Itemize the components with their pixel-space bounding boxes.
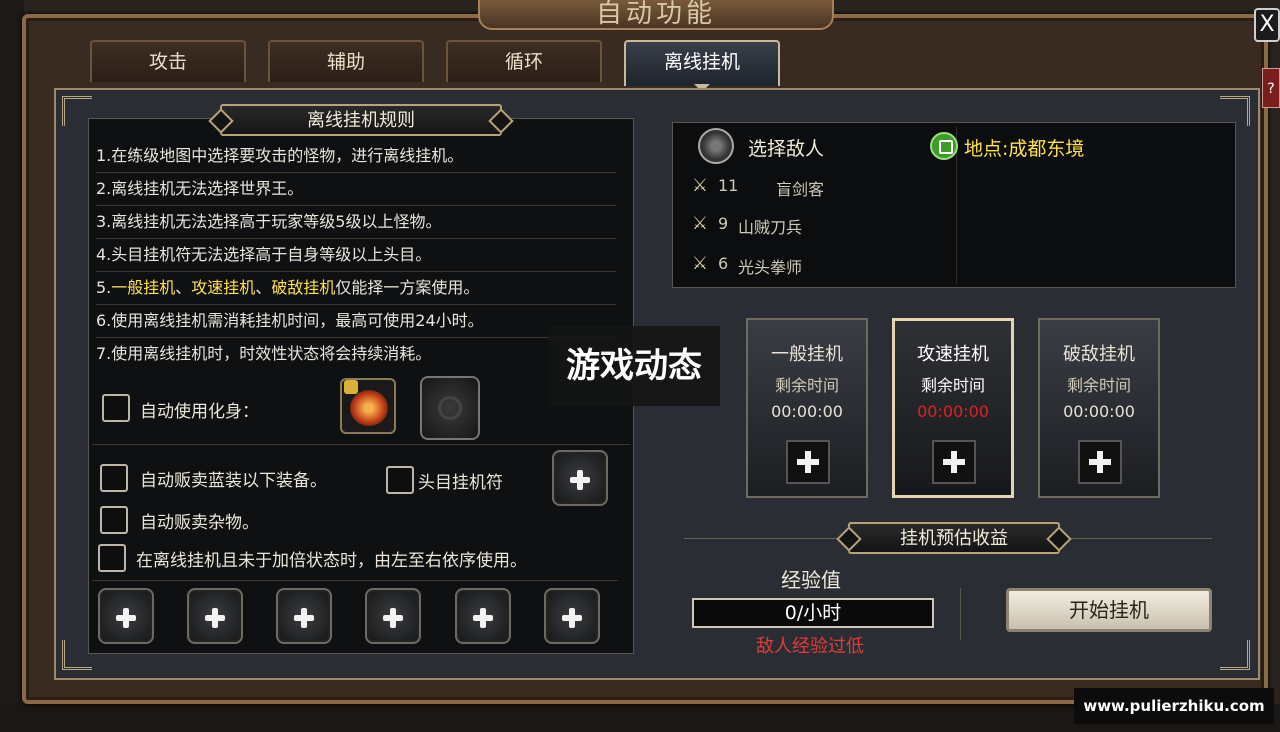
site-watermark: www.pulierzhiku.com	[1074, 688, 1274, 724]
mode-normal-highlight: 一般挂机	[111, 278, 176, 297]
boost-slot-3[interactable]	[276, 588, 332, 644]
income-divider	[960, 588, 961, 640]
rule-item: 4.头目挂机符无法选择高于自身等级以上头目。	[96, 239, 616, 272]
close-button[interactable]: X	[1254, 8, 1280, 42]
rule-suffix: 仅能择一方案使用。	[335, 278, 480, 297]
rule-item: 6.使用离线挂机需消耗挂机时间，最高可使用24小时。	[96, 305, 616, 338]
mode-card-break[interactable]: 破敌挂机 剩余时间 00:00:00	[1038, 318, 1160, 498]
background-left	[0, 0, 24, 732]
mode-card-speed[interactable]: 攻速挂机 剩余时间 00:00:00	[892, 318, 1014, 498]
remaining-time-value: 00:00:00	[1063, 402, 1135, 421]
exp-label: 经验值	[781, 568, 841, 592]
rule-separator: 、	[175, 278, 192, 297]
lock-icon	[344, 380, 358, 394]
enemy-level: 11	[718, 176, 739, 195]
exp-value: 0/小时	[692, 598, 934, 628]
crossed-swords-icon: ⚔	[691, 213, 709, 234]
rules-title: 离线挂机规则	[220, 104, 502, 136]
tab-attack[interactable]: 攻击	[90, 40, 246, 82]
window-title: 自动功能	[478, 0, 834, 30]
boost-order-label: 在离线挂机且未于加倍状态时，由左至右依序使用。	[136, 551, 527, 571]
sell-blue-checkbox[interactable]	[100, 464, 128, 492]
mode-name: 一般挂机	[771, 344, 843, 365]
enemy-name[interactable]: 山贼刀兵	[738, 214, 802, 238]
remaining-time-value: 00:00:00	[771, 402, 843, 421]
avatar-skill-slot[interactable]	[340, 378, 396, 434]
remaining-time-label: 剩余时间	[1066, 376, 1131, 395]
add-time-button[interactable]	[1078, 440, 1122, 484]
tab-offline-afk[interactable]: 离线挂机	[624, 40, 780, 86]
location-lock-icon	[930, 132, 958, 160]
boost-slot-5[interactable]	[455, 588, 511, 644]
boost-slot-4[interactable]	[365, 588, 421, 644]
remaining-time-label: 剩余时间	[774, 376, 839, 395]
mode-card-normal[interactable]: 一般挂机 剩余时间 00:00:00	[746, 318, 868, 498]
boost-slot-6[interactable]	[544, 588, 600, 644]
fire-skill-icon	[350, 390, 388, 426]
rule-item: 2.离线挂机无法选择世界王。	[96, 173, 616, 206]
boss-charm-checkbox[interactable]	[386, 466, 414, 494]
add-time-button[interactable]	[932, 440, 976, 484]
mode-break-highlight: 破敌挂机	[271, 278, 336, 297]
crossed-swords-icon: ⚔	[691, 175, 709, 196]
rule-item: 1.在练级地图中选择要攻击的怪物，进行离线挂机。	[96, 140, 616, 173]
sell-blue-label: 自动贩卖蓝装以下装备。	[140, 471, 327, 491]
help-button[interactable]: ?	[1262, 68, 1280, 108]
mode-name: 攻速挂机	[917, 344, 989, 365]
rule-item-highlighted: 5.一般挂机、攻速挂机、破敌挂机仅能择一方案使用。	[96, 272, 616, 305]
boost-slot-1[interactable]	[98, 588, 154, 644]
add-time-button[interactable]	[786, 440, 830, 484]
tab-assist[interactable]: 辅助	[268, 40, 424, 82]
corner-ornament	[1220, 640, 1250, 670]
tab-cycle[interactable]: 循环	[446, 40, 602, 82]
income-rule-right	[1062, 538, 1212, 539]
rule-separator: 、	[255, 278, 272, 297]
boss-charm-label: 头目挂机符	[418, 473, 503, 493]
income-rule-left	[684, 538, 844, 539]
remaining-time-label: 剩余时间	[920, 376, 985, 395]
income-title: 挂机预估收益	[848, 522, 1060, 554]
enemy-name[interactable]: 光头拳师	[738, 254, 802, 278]
section-divider	[92, 580, 618, 581]
boost-order-checkbox[interactable]	[98, 544, 126, 572]
rule-prefix: 5.	[96, 278, 112, 297]
select-enemy-label[interactable]: 选择敌人	[748, 134, 824, 161]
watermark-overlay: 游戏动态	[548, 326, 720, 406]
sell-misc-label: 自动贩卖杂物。	[140, 513, 259, 533]
enemy-name[interactable]: 盲剑客	[776, 176, 824, 200]
mode-speed-highlight: 攻速挂机	[191, 278, 256, 297]
rule-item: 7.使用离线挂机时，时效性状态将会持续消耗。	[96, 344, 432, 363]
exp-warning: 敌人经验过低	[756, 636, 864, 657]
empty-avatar-slot[interactable]	[420, 376, 480, 440]
start-afk-button[interactable]: 开始挂机	[1006, 588, 1212, 632]
remaining-time-value: 00:00:00	[917, 402, 989, 421]
enemy-level: 9	[718, 214, 729, 233]
rule-item: 3.离线挂机无法选择高于玩家等级5级以上怪物。	[96, 206, 616, 239]
crossed-swords-icon: ⚔	[691, 253, 709, 274]
location-label: 地点:成都东境	[964, 138, 1085, 160]
boost-slot-2[interactable]	[187, 588, 243, 644]
section-divider	[92, 444, 630, 445]
auto-avatar-label: 自动使用化身：	[140, 402, 259, 422]
auto-avatar-checkbox[interactable]	[102, 394, 130, 422]
boss-charm-add-slot[interactable]	[552, 450, 608, 506]
target-icon	[698, 128, 734, 164]
empty-slot-icon	[438, 396, 462, 420]
sell-misc-checkbox[interactable]	[100, 506, 128, 534]
enemy-level: 6	[718, 254, 729, 273]
mode-name: 破敌挂机	[1063, 344, 1135, 365]
